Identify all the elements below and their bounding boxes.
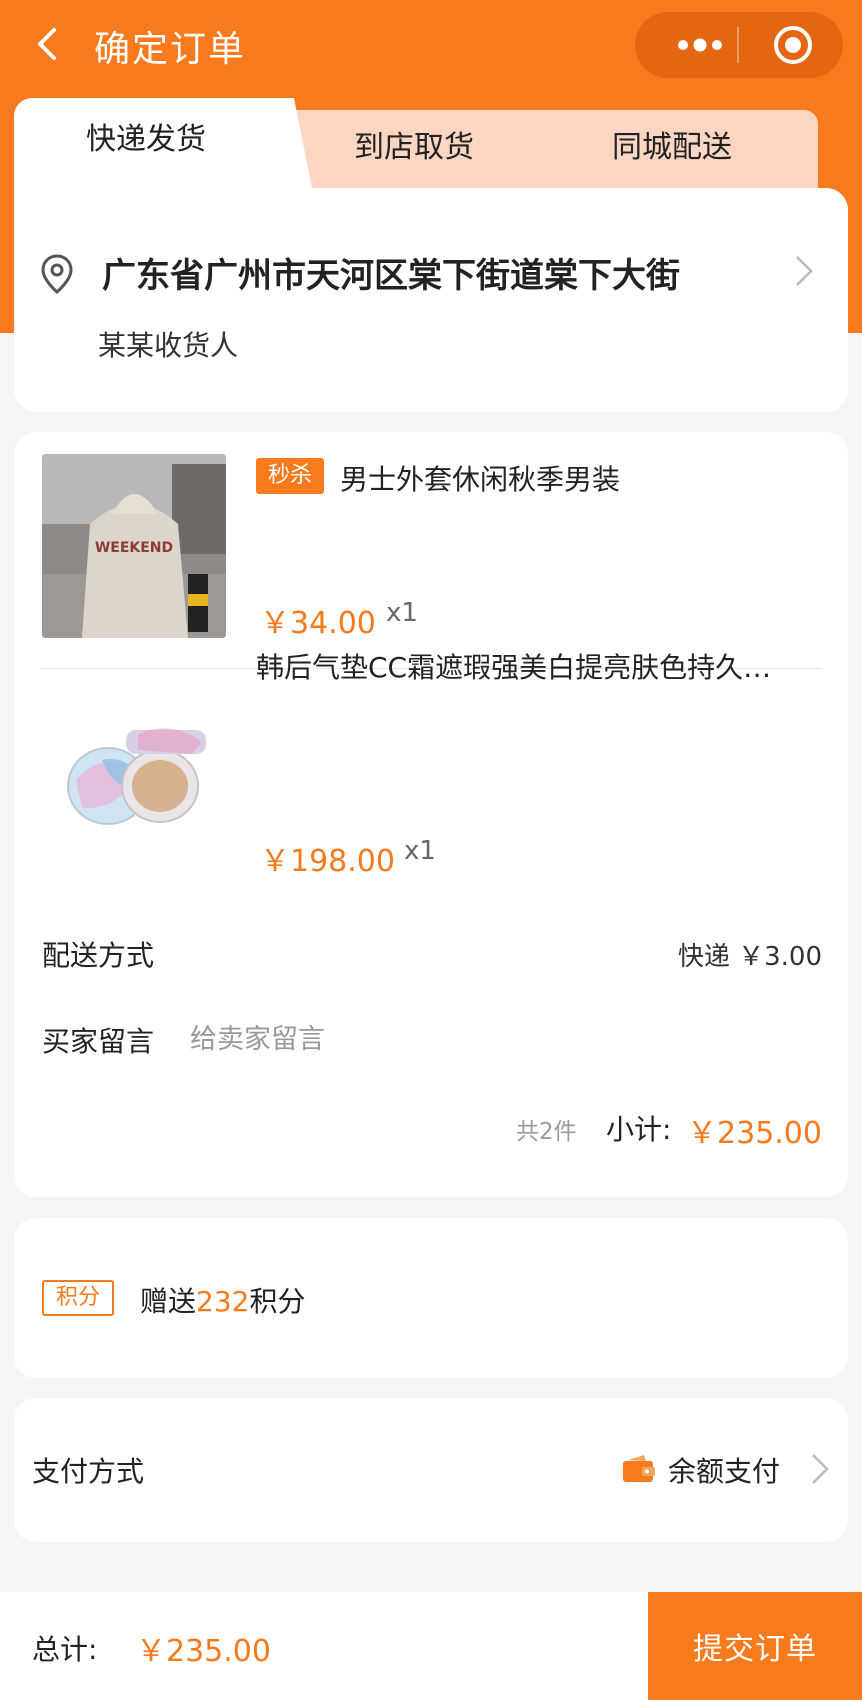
location-pin-icon — [41, 254, 73, 294]
buyer-message-input[interactable] — [190, 1014, 810, 1064]
points-reward-text: 赠送232积分 — [140, 1280, 305, 1320]
payment-method-value: 余额支付 — [668, 1455, 781, 1488]
chevron-right-icon — [796, 256, 813, 286]
payment-method-label: 支付方式 — [32, 1455, 145, 1488]
product-image-jacket[interactable]: WEEKEND — [42, 454, 226, 638]
inactive-tabs-background — [264, 110, 818, 190]
checkout-bar: 总计: ￥235.00 提交订单 — [0, 1592, 862, 1700]
product-name[interactable]: 韩后气垫CC霜遮瑕强美白提亮肤色持久… — [256, 646, 822, 686]
order-items-card: WEEKEND 秒杀 男士外套休闲秋季男装 ￥34.00 x1 韩后气垫CC霜遮… — [14, 432, 848, 1197]
product-quantity: x1 — [404, 836, 436, 866]
receiver-name: 某某收货人 — [98, 329, 239, 362]
capsule-target-icon[interactable] — [772, 24, 814, 66]
address-card[interactable]: 广东省广州市天河区棠下街道棠下大街 某某收货人 — [14, 188, 848, 412]
buyer-message-label: 买家留言 — [42, 1025, 155, 1058]
points-prefix: 赠送 — [140, 1285, 197, 1318]
tab-local-delivery[interactable]: 同城配送 — [612, 122, 732, 166]
address-text: 广东省广州市天河区棠下街道棠下大街 — [102, 256, 680, 296]
points-card: 积分 赠送232积分 — [14, 1218, 848, 1378]
nav-bar: 确定订单 — [0, 0, 862, 92]
total-amount: ￥235.00 — [136, 1634, 271, 1669]
points-number: 232 — [196, 1285, 250, 1318]
delivery-method-value[interactable]: 快递 ￥3.00 — [678, 936, 822, 973]
payment-method-card[interactable]: 支付方式 余额支付 — [14, 1398, 848, 1542]
subtotal-amount: ￥235.00 — [687, 1116, 822, 1151]
capsule-divider — [737, 27, 739, 63]
points-badge: 积分 — [42, 1280, 115, 1316]
product-image-cushion[interactable] — [42, 690, 226, 874]
subtotal-label: 小计: — [606, 1113, 672, 1146]
product-quantity: x1 — [386, 598, 418, 628]
product-price: ￥198.00 — [260, 844, 395, 879]
delivery-tabs: 快递发货 到店取货 同城配送 — [14, 98, 818, 198]
tab-store-pickup[interactable]: 到店取货 — [354, 122, 474, 166]
back-arrow-icon[interactable] — [30, 24, 70, 64]
mini-program-capsule — [635, 12, 843, 78]
page-title: 确定订单 — [94, 29, 247, 70]
points-suffix: 积分 — [249, 1285, 306, 1318]
chevron-right-icon — [812, 1454, 829, 1484]
tab-express-label: 快递发货 — [86, 122, 206, 157]
flash-sale-badge: 秒杀 — [256, 458, 325, 494]
product-price: ￥34.00 — [260, 606, 376, 641]
submit-order-button[interactable]: 提交订单 — [648, 1592, 862, 1700]
more-dots-icon[interactable] — [677, 36, 723, 54]
total-label: 总计: — [32, 1633, 98, 1666]
item-count: 共2件 — [516, 1119, 577, 1145]
svg-text:WEEKEND: WEEKEND — [95, 540, 173, 556]
wallet-icon — [623, 1455, 655, 1482]
product-name[interactable]: 男士外套休闲秋季男装 — [340, 458, 820, 498]
delivery-method-label: 配送方式 — [42, 939, 155, 972]
